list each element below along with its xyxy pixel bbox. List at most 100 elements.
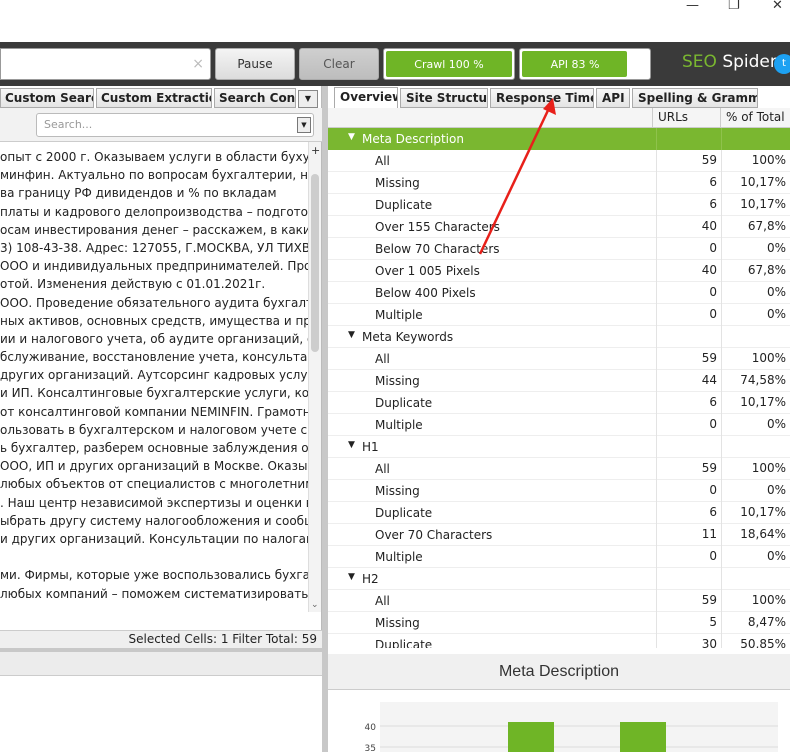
table-row[interactable]: других организаций. Аутсорсинг кадровых … bbox=[0, 366, 308, 384]
tree-item-row[interactable]: All 59 100% bbox=[328, 458, 790, 480]
table-row[interactable]: ми. Фирмы, которые уже воспользовались б… bbox=[0, 566, 308, 584]
table-row[interactable]: минфин. Актуально по вопросам бухгалтери… bbox=[0, 166, 308, 184]
tree-group-row[interactable]: ▼ Meta Description bbox=[328, 128, 790, 150]
y-tick-label: 40 bbox=[365, 723, 377, 733]
search-dropdown-icon[interactable]: ▼ bbox=[297, 117, 311, 133]
tabs-dropdown-icon[interactable]: ▼ bbox=[298, 90, 318, 108]
tab-search-console[interactable]: Search Console bbox=[214, 88, 296, 108]
tree-item-row[interactable]: Missing 6 10,17% bbox=[328, 172, 790, 194]
tree-group-row[interactable]: ▼ H1 bbox=[328, 436, 790, 458]
table-row[interactable]: ва границу РФ дивидендов и % по вкладам bbox=[0, 184, 308, 202]
tree-item-row[interactable]: Over 155 Characters 40 67,8% bbox=[328, 216, 790, 238]
left-scrollbar[interactable]: + ⌄ bbox=[308, 142, 321, 612]
collapse-arrow-icon[interactable]: ▼ bbox=[348, 132, 355, 142]
tree-item-row[interactable]: Multiple 0 0% bbox=[328, 546, 790, 568]
tree-item-row[interactable]: Below 400 Pixels 0 0% bbox=[328, 282, 790, 304]
tree-item-row[interactable]: Duplicate 6 10,17% bbox=[328, 502, 790, 524]
row-urls: 11 bbox=[656, 524, 721, 546]
table-row[interactable]: ь бухгалтер, разберем основные заблужден… bbox=[0, 439, 308, 457]
row-urls: 59 bbox=[656, 348, 721, 370]
table-row[interactable]: и других организаций. Консультации по на… bbox=[0, 530, 308, 548]
restore-icon[interactable]: ❐ bbox=[728, 0, 740, 12]
tree-item-row[interactable]: Over 70 Characters 11 18,64% bbox=[328, 524, 790, 546]
y-tick-label: 35 bbox=[365, 744, 376, 752]
row-urls bbox=[656, 326, 721, 348]
table-row[interactable]: ии и налогового учета, об аудите организ… bbox=[0, 330, 308, 348]
tree-item-row[interactable]: Duplicate 6 10,17% bbox=[328, 194, 790, 216]
row-label: Missing bbox=[375, 484, 420, 498]
table-row[interactable]: любых объектов от специалистов с многоле… bbox=[0, 475, 308, 493]
tree-item-row[interactable]: Below 70 Characters 0 0% bbox=[328, 238, 790, 260]
table-row[interactable]: ыбрать другу систему налогообложения и с… bbox=[0, 512, 308, 530]
tree-item-row[interactable]: Over 1 005 Pixels 40 67,8% bbox=[328, 260, 790, 282]
table-row[interactable]: от консалтинговой компании NEMINFIN. Гра… bbox=[0, 403, 308, 421]
search-input[interactable]: Search... ▼ bbox=[36, 113, 314, 137]
tree-item-row[interactable]: Duplicate 6 10,17% bbox=[328, 392, 790, 414]
table-row[interactable]: отой. Изменения действую с 01.01.2021г. bbox=[0, 275, 308, 293]
row-percent: 100% bbox=[721, 458, 790, 480]
row-percent: 74,58% bbox=[721, 370, 790, 392]
minimize-icon[interactable]: — bbox=[686, 0, 699, 12]
row-urls: 40 bbox=[656, 260, 721, 282]
table-row[interactable]: и ИП. Консалтинговые бухгалтерские услуг… bbox=[0, 384, 308, 402]
chart-bar[interactable] bbox=[508, 722, 554, 752]
table-row[interactable]: ользовать в бухгалтерском и налоговом уч… bbox=[0, 421, 308, 439]
pause-button[interactable]: Pause bbox=[215, 48, 295, 80]
tree-group-row[interactable]: ▼ H2 bbox=[328, 568, 790, 590]
twitter-icon[interactable]: t bbox=[774, 54, 790, 74]
tree-item-row[interactable]: All 59 100% bbox=[328, 348, 790, 370]
tree-item-row[interactable]: Multiple 0 0% bbox=[328, 414, 790, 436]
row-percent: 0% bbox=[721, 304, 790, 326]
tab-overview[interactable]: Overview bbox=[334, 87, 398, 109]
tab-custom-search[interactable]: Custom Search bbox=[0, 88, 94, 108]
scroll-down-icon[interactable]: ⌄ bbox=[311, 600, 319, 610]
collapse-arrow-icon[interactable]: ▼ bbox=[348, 330, 355, 340]
close-icon[interactable]: ✕ bbox=[772, 0, 783, 12]
table-row[interactable] bbox=[0, 548, 308, 566]
collapse-arrow-icon[interactable]: ▼ bbox=[348, 440, 355, 450]
table-row[interactable]: осам инвестирования денег – расскажем, в… bbox=[0, 221, 308, 239]
tree-group-row[interactable]: ▼ Meta Keywords bbox=[328, 326, 790, 348]
tab-site-structure[interactable]: Site Structure bbox=[400, 88, 488, 108]
table-row[interactable]: бслуживание, восстановление учета, консу… bbox=[0, 348, 308, 366]
url-input[interactable]: × bbox=[0, 48, 211, 80]
collapse-arrow-icon[interactable]: ▼ bbox=[348, 572, 355, 582]
crawl-progress: Crawl 100 % bbox=[383, 48, 515, 80]
tree-item-row[interactable]: Missing 44 74,58% bbox=[328, 370, 790, 392]
table-row[interactable]: ООО, ИП и других организаций в Москве. О… bbox=[0, 457, 308, 475]
chart-bar[interactable] bbox=[620, 722, 666, 752]
table-row[interactable]: ООО и индивидуальных предпринимателей. П… bbox=[0, 257, 308, 275]
tree-item-row[interactable]: All 59 100% bbox=[328, 590, 790, 612]
table-row[interactable]: 3) 108-43-38. Адрес: 127055, Г.МОСКВА, У… bbox=[0, 239, 308, 257]
tree-item-row[interactable]: Missing 5 8,47% bbox=[328, 612, 790, 634]
tree-item-row[interactable]: All 59 100% bbox=[328, 150, 790, 172]
left-table: опыт с 2000 г. Оказываем услуги в област… bbox=[0, 148, 308, 628]
tree-item-row[interactable]: Missing 0 0% bbox=[328, 480, 790, 502]
tab-spelling-grammar[interactable]: Spelling & Grammar bbox=[632, 88, 758, 108]
add-column-icon[interactable]: + bbox=[311, 144, 320, 157]
row-label: Multiple bbox=[375, 418, 423, 432]
row-percent: 50,85% bbox=[721, 634, 790, 648]
column-urls[interactable]: URLs bbox=[652, 108, 719, 128]
chart-area: 40 35 bbox=[328, 692, 790, 752]
table-row[interactable]: платы и кадрового делопроизводства – под… bbox=[0, 203, 308, 221]
table-row[interactable]: . Наш центр независимой экспертизы и оце… bbox=[0, 494, 308, 512]
tree-item-row[interactable]: Duplicate 30 50,85% bbox=[328, 634, 790, 648]
scrollbar-thumb[interactable] bbox=[311, 174, 319, 352]
clear-url-icon[interactable]: × bbox=[192, 56, 204, 72]
table-row[interactable]: ных активов, основных средств, имущества… bbox=[0, 312, 308, 330]
column-percent-total[interactable]: % of Total bbox=[720, 108, 790, 128]
row-percent: 0% bbox=[721, 546, 790, 568]
tab-custom-extraction[interactable]: Custom Extraction bbox=[96, 88, 212, 108]
clear-button[interactable]: Clear bbox=[299, 48, 379, 80]
table-row[interactable]: опыт с 2000 г. Оказываем услуги в област… bbox=[0, 148, 308, 166]
row-urls bbox=[656, 436, 721, 458]
table-row[interactable]: ООО. Проведение обязательного аудита бух… bbox=[0, 294, 308, 312]
overview-table-header: URLs % of Total bbox=[328, 108, 790, 128]
tree-item-row[interactable]: Multiple 0 0% bbox=[328, 304, 790, 326]
tab-response-times[interactable]: Response Times bbox=[490, 88, 594, 108]
tab-api[interactable]: API bbox=[596, 88, 630, 108]
row-urls: 0 bbox=[656, 282, 721, 304]
table-row[interactable]: любых компаний – поможем систематизирова… bbox=[0, 585, 308, 603]
chart-plot-area bbox=[380, 702, 778, 752]
